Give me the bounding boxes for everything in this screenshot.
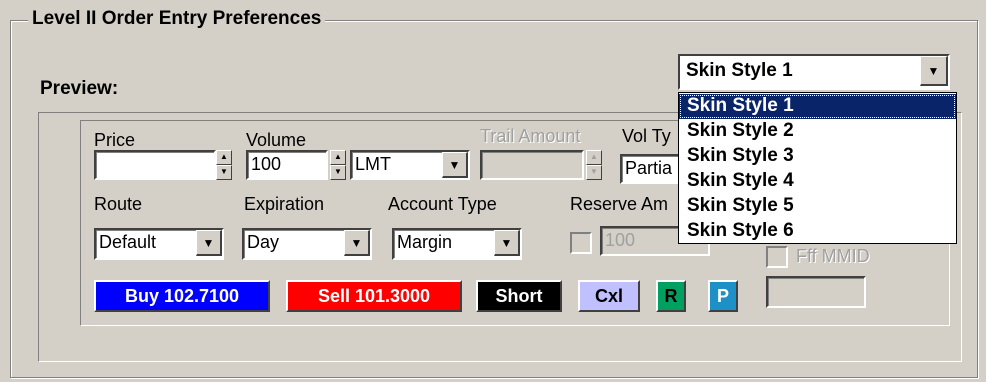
spin-up-icon[interactable]: ▲ [330,150,346,165]
expiration-label: Expiration [244,194,325,214]
chevron-down-icon[interactable]: ▼ [494,230,520,256]
spin-up-icon: ▲ [586,150,602,165]
expiration-value: Day [247,232,280,252]
volume-input[interactable]: 100 [246,150,328,180]
chevron-down-icon[interactable]: ▼ [920,56,948,86]
spin-up-icon[interactable]: ▲ [216,150,232,165]
spin-down-icon: ▼ [586,165,602,180]
trail-amount-spinner: ▲ ▼ [586,150,602,180]
chevron-down-icon[interactable]: ▼ [442,152,468,178]
vol-type-select[interactable]: Partia [620,154,682,184]
trail-amount-label: Trail Amount [480,126,581,146]
volume-label: Volume [246,130,307,150]
order-type-value: LMT [355,154,391,174]
sell-button[interactable]: Sell 101.3000 [286,280,462,312]
chevron-down-icon[interactable]: ▼ [196,230,222,256]
skin-style-option[interactable]: Skin Style 3 [679,144,956,169]
expiration-select[interactable]: Day ▼ [242,228,372,260]
route-select[interactable]: Default ▼ [94,228,224,260]
reserve-checkbox[interactable] [570,232,592,254]
skin-style-select[interactable]: Skin Style 1 ▼ [678,54,950,90]
price-label: Price [94,130,136,150]
spin-down-icon[interactable]: ▼ [216,165,232,180]
price-spinner[interactable]: ▲ ▼ [216,150,232,180]
skin-style-option[interactable]: Skin Style 2 [679,119,956,144]
order-type-select[interactable]: LMT ▼ [350,150,470,180]
group-title: Level II Order Entry Preferences [28,8,326,30]
account-type-label: Account Type [388,194,497,214]
skin-style-option[interactable]: Skin Style 6 [679,219,956,244]
cancel-button[interactable]: Cxl [578,280,640,312]
mmid-label: Fff MMID [796,246,870,266]
route-label: Route [94,194,143,214]
vol-type-label: Vol Ty [622,126,671,146]
account-type-value: Margin [397,232,453,252]
route-value: Default [99,232,157,252]
skin-style-option[interactable]: Skin Style 1 [679,94,956,119]
skin-style-value: Skin Style 1 [686,60,793,81]
buy-button[interactable]: Buy 102.7100 [94,280,270,312]
r-button[interactable]: R [656,280,686,312]
skin-style-option[interactable]: Skin Style 5 [679,194,956,219]
mmid-checkbox[interactable] [766,246,788,268]
trail-amount-input [480,150,584,180]
account-type-select[interactable]: Margin ▼ [392,228,522,260]
spin-down-icon[interactable]: ▼ [330,165,346,180]
chevron-down-icon[interactable]: ▼ [344,230,370,256]
short-button[interactable]: Short [476,280,562,312]
skin-style-option[interactable]: Skin Style 4 [679,169,956,194]
skin-style-dropdown: Skin Style 1 Skin Style 2 Skin Style 3 S… [678,92,957,244]
preview-label: Preview: [40,78,119,99]
p-button[interactable]: P [708,280,738,312]
price-input[interactable] [94,150,216,180]
volume-spinner[interactable]: ▲ ▼ [330,150,346,180]
reserve-amount-label: Reserve Am [570,194,669,214]
mmid-input [766,276,866,308]
